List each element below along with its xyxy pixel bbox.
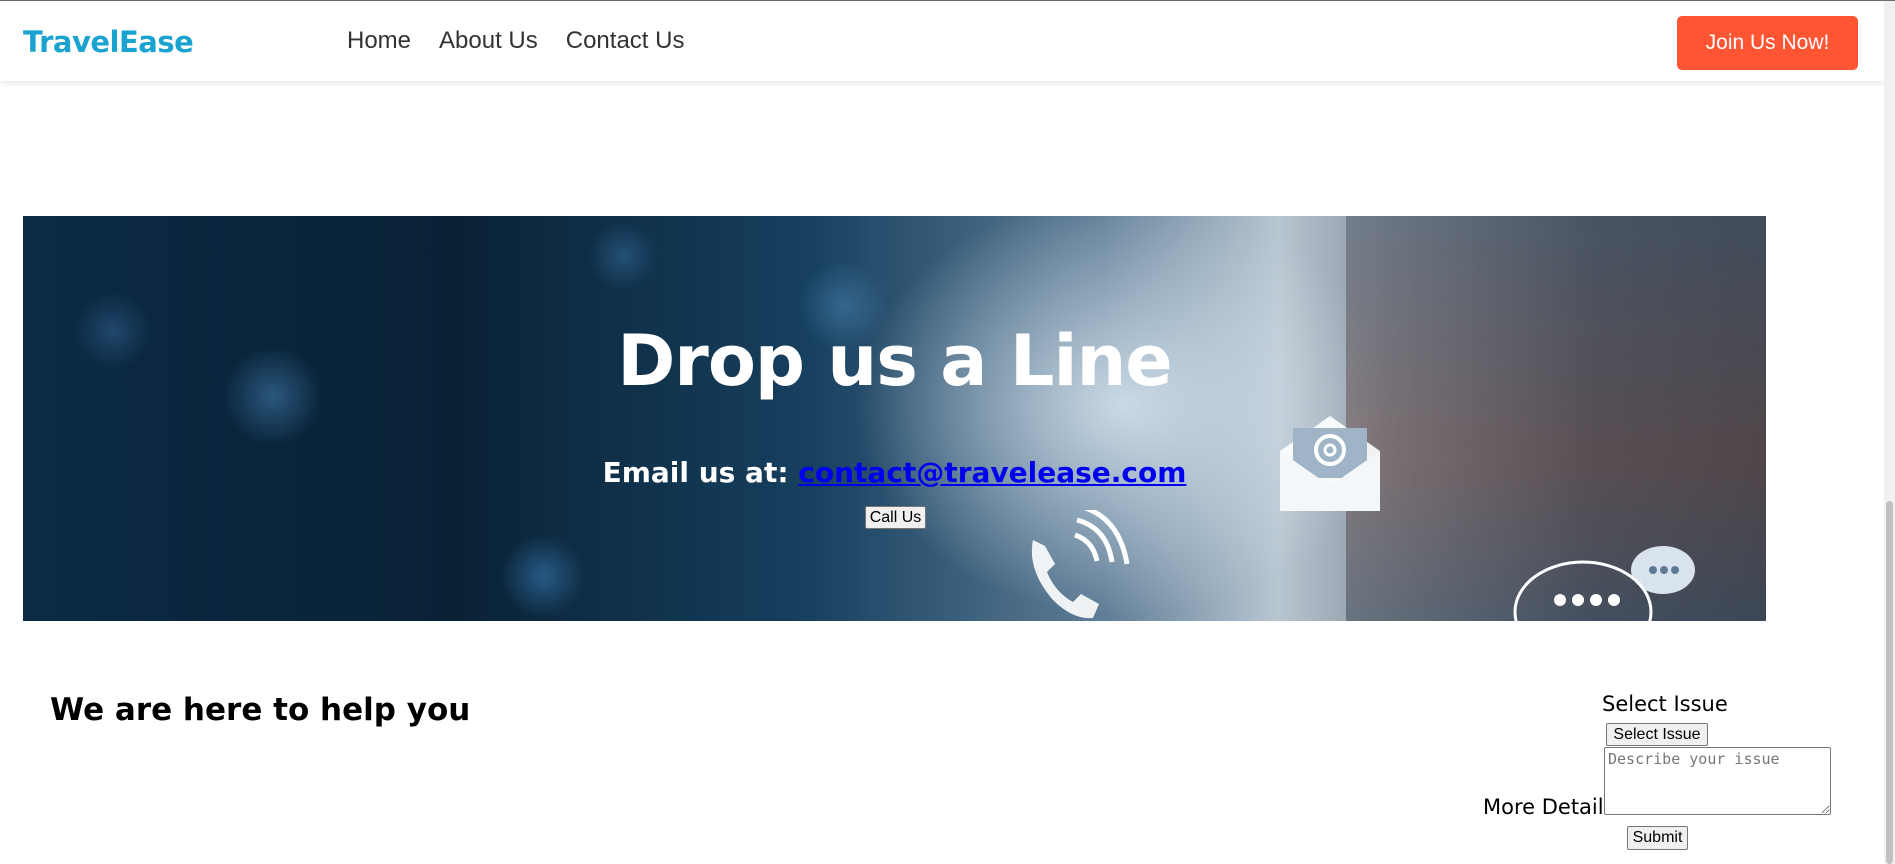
help-section-title: We are here to help you [50,692,471,728]
page-scrollbar[interactable] [1884,1,1895,864]
nav-link-contact-us[interactable]: Contact Us [566,27,685,55]
select-issue-label: Select Issue [1602,692,1728,716]
issue-description-field[interactable] [1604,747,1831,815]
more-details-label: More Details [1483,795,1615,819]
call-us-button[interactable]: Call Us [865,506,926,529]
hero-email-line: Email us at: contact@travelease.com [23,456,1766,489]
submit-button[interactable]: Submit [1627,826,1688,850]
email-prefix: Email us at: [602,456,789,489]
join-us-button[interactable]: Join Us Now! [1677,16,1858,70]
email-link[interactable]: contact@travelease.com [798,456,1186,489]
nav-link-about-us[interactable]: About Us [439,27,538,55]
nav-link-home[interactable]: Home [347,27,411,55]
nav-links: Home About Us Contact Us [347,27,684,55]
scrollbar-thumb[interactable] [1886,501,1893,864]
contact-hero-banner: Drop us a Line Email us at: contact@trav… [23,216,1766,621]
navbar: TravelEase Home About Us Contact Us Join… [0,1,1884,81]
select-issue-button[interactable]: Select Issue [1606,723,1708,746]
hero-title: Drop us a Line [617,320,1173,402]
chat-bubbles-icon [1513,546,1695,621]
logo[interactable]: TravelEase [23,25,194,59]
phone-icon [1031,510,1130,619]
